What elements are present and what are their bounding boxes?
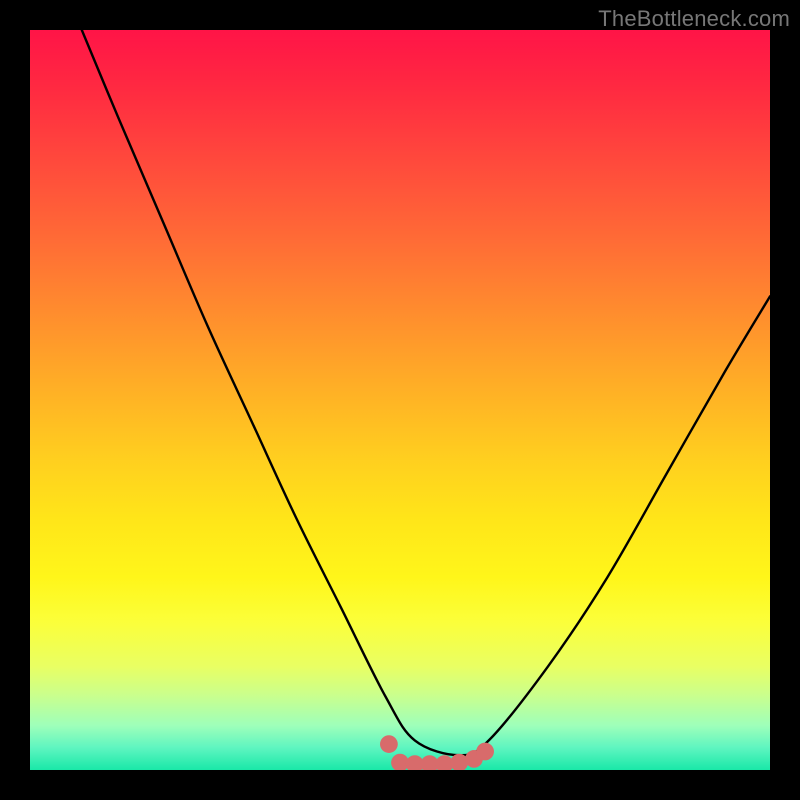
bottleneck-curve-line xyxy=(82,30,770,755)
chart-frame: TheBottleneck.com xyxy=(0,0,800,800)
sweet-spot-marker xyxy=(476,743,494,761)
chart-svg xyxy=(30,30,770,770)
plot-area xyxy=(30,30,770,770)
sweet-spot-marker xyxy=(380,735,398,753)
watermark-text: TheBottleneck.com xyxy=(598,6,790,32)
